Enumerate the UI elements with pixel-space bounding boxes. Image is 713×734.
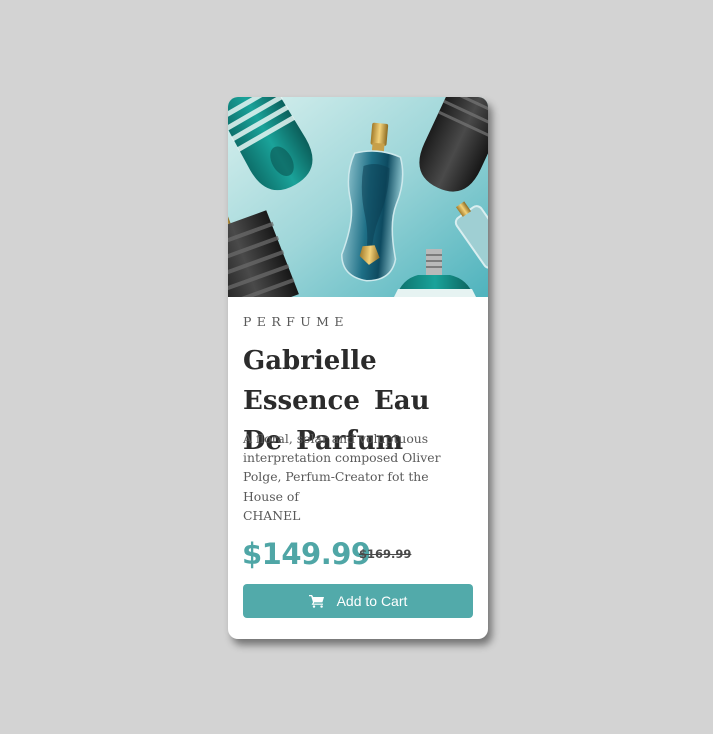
cart-icon	[308, 595, 324, 608]
current-price: $149.99	[242, 537, 371, 571]
product-description: A floral, solar and voluptuous interpret…	[243, 429, 443, 525]
description-line: Polge, Perfum-Creator fot the	[243, 469, 429, 485]
description-line: CHANEL	[243, 507, 301, 523]
description-line: House of	[243, 488, 299, 504]
product-card: PERFUME Gabrielle Essence Eau De Parfum …	[228, 97, 488, 639]
add-to-cart-label: Add to Cart	[336, 593, 408, 609]
description-line: interpretation composed Oliver	[243, 450, 441, 466]
product-category: PERFUME	[243, 314, 349, 329]
description-line: A floral, solar and voluptuous	[243, 431, 429, 446]
original-price: $169.99	[359, 547, 412, 561]
add-to-cart-button[interactable]: Add to Cart	[243, 584, 473, 618]
product-image	[228, 97, 488, 297]
